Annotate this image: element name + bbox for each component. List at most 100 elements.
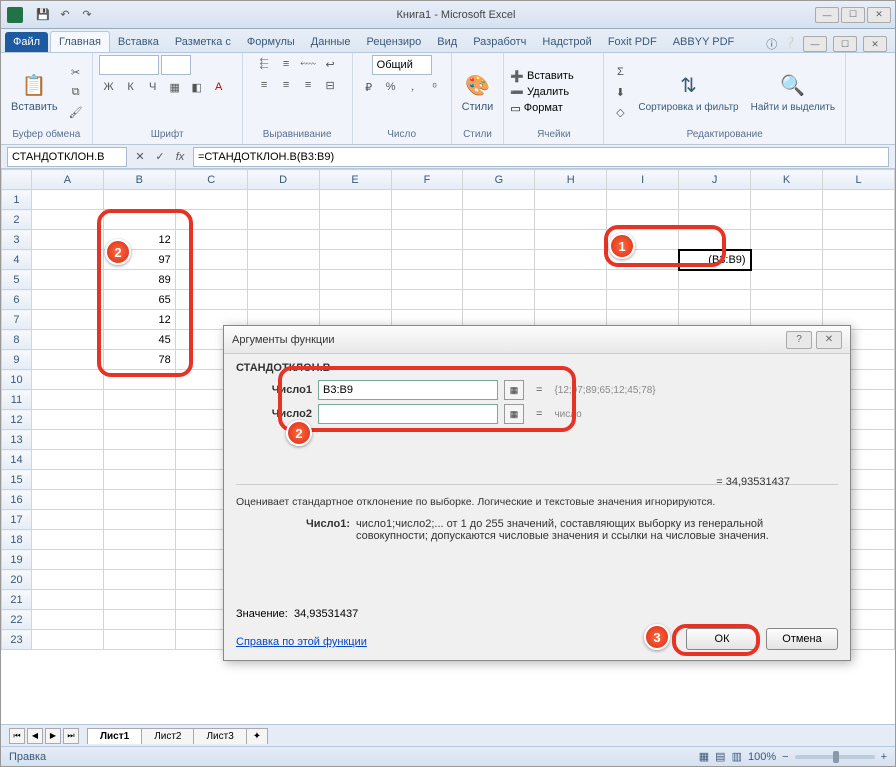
cell-A2[interactable]: [31, 210, 103, 230]
tab-home[interactable]: Главная: [50, 31, 110, 52]
cell-B2[interactable]: [103, 210, 175, 230]
cell-L1[interactable]: [823, 190, 895, 210]
cell-F4[interactable]: [391, 250, 463, 270]
cell-H1[interactable]: [535, 190, 607, 210]
comma-button[interactable]: ,: [403, 78, 423, 96]
undo-button[interactable]: ↶: [55, 5, 75, 25]
row-header-11[interactable]: 11: [2, 390, 32, 410]
col-header-F[interactable]: F: [391, 170, 463, 190]
cell-A21[interactable]: [31, 590, 103, 610]
cell-K6[interactable]: [751, 290, 823, 310]
tab-data[interactable]: Данные: [303, 32, 359, 52]
cell-A22[interactable]: [31, 610, 103, 630]
cell-G5[interactable]: [463, 270, 535, 290]
mdi-max-button[interactable]: ☐: [833, 36, 857, 52]
merge-button[interactable]: ⊟: [320, 76, 340, 94]
cell-B17[interactable]: [103, 510, 175, 530]
row-header-9[interactable]: 9: [2, 350, 32, 370]
row-header-23[interactable]: 23: [2, 630, 32, 650]
clear-button[interactable]: ◇: [610, 103, 630, 121]
cell-B15[interactable]: [103, 470, 175, 490]
cell-B19[interactable]: [103, 550, 175, 570]
cells-insert-icon[interactable]: ➕: [510, 70, 524, 83]
underline-button[interactable]: Ч: [143, 78, 163, 96]
cell-E1[interactable]: [319, 190, 391, 210]
cell-D2[interactable]: [247, 210, 319, 230]
row-header-15[interactable]: 15: [2, 470, 32, 490]
name-box[interactable]: СТАНДОТКЛОН.В: [7, 147, 127, 167]
border-button[interactable]: ▦: [165, 78, 185, 96]
cell-B12[interactable]: [103, 410, 175, 430]
cell-A3[interactable]: [31, 230, 103, 250]
cell-A18[interactable]: [31, 530, 103, 550]
arg2-ref-button[interactable]: ▦: [504, 404, 524, 424]
cell-C1[interactable]: [175, 190, 247, 210]
align-left-button[interactable]: ≡: [254, 76, 274, 94]
cell-K2[interactable]: [751, 210, 823, 230]
cell-E5[interactable]: [319, 270, 391, 290]
zoom-out-button[interactable]: −: [782, 751, 788, 763]
row-header-19[interactable]: 19: [2, 550, 32, 570]
cell-F1[interactable]: [391, 190, 463, 210]
cell-B11[interactable]: [103, 390, 175, 410]
cell-I1[interactable]: [607, 190, 679, 210]
cell-A14[interactable]: [31, 450, 103, 470]
cell-F6[interactable]: [391, 290, 463, 310]
enter-formula-button[interactable]: ✓: [151, 148, 169, 166]
cell-F3[interactable]: [391, 230, 463, 250]
cell-G2[interactable]: [463, 210, 535, 230]
align-mid-button[interactable]: ≡: [276, 55, 296, 73]
col-header-H[interactable]: H: [535, 170, 607, 190]
arg1-ref-button[interactable]: ▦: [504, 380, 524, 400]
help-icon[interactable]: ❔: [783, 36, 797, 52]
view-normal-button[interactable]: ▦: [699, 750, 709, 763]
cell-B23[interactable]: [103, 630, 175, 650]
cell-J2[interactable]: [679, 210, 751, 230]
arg1-input[interactable]: [318, 380, 498, 400]
cell-C6[interactable]: [175, 290, 247, 310]
redo-button[interactable]: ↷: [77, 5, 97, 25]
tab-formulas[interactable]: Формулы: [239, 32, 303, 52]
cell-G4[interactable]: [463, 250, 535, 270]
zoom-level[interactable]: 100%: [748, 751, 776, 763]
tab-layout[interactable]: Разметка с: [167, 32, 239, 52]
cell-K5[interactable]: [751, 270, 823, 290]
col-header-A[interactable]: A: [31, 170, 103, 190]
row-header-21[interactable]: 21: [2, 590, 32, 610]
save-button[interactable]: 💾: [33, 5, 53, 25]
cut-button[interactable]: ✂: [66, 63, 86, 81]
currency-button[interactable]: ₽: [359, 78, 379, 96]
cell-A4[interactable]: [31, 250, 103, 270]
cells-delete-icon[interactable]: ➖: [510, 86, 524, 99]
cell-B18[interactable]: [103, 530, 175, 550]
cell-A20[interactable]: [31, 570, 103, 590]
wrap-button[interactable]: ↩: [320, 55, 340, 73]
row-header-20[interactable]: 20: [2, 570, 32, 590]
font-name-select[interactable]: [99, 55, 159, 75]
cell-H2[interactable]: [535, 210, 607, 230]
cell-I6[interactable]: [607, 290, 679, 310]
cell-A5[interactable]: [31, 270, 103, 290]
cell-A15[interactable]: [31, 470, 103, 490]
row-header-1[interactable]: 1: [2, 190, 32, 210]
cell-B16[interactable]: [103, 490, 175, 510]
tab-addins[interactable]: Надстрой: [534, 32, 599, 52]
tab-abbyy[interactable]: ABBYY PDF: [665, 32, 743, 52]
row-header-4[interactable]: 4: [2, 250, 32, 270]
mdi-min-button[interactable]: —: [803, 36, 827, 52]
row-header-22[interactable]: 22: [2, 610, 32, 630]
cell-J5[interactable]: [679, 270, 751, 290]
col-header-I[interactable]: I: [607, 170, 679, 190]
col-header-L[interactable]: L: [823, 170, 895, 190]
cell-L2[interactable]: [823, 210, 895, 230]
col-header-C[interactable]: C: [175, 170, 247, 190]
fill-button[interactable]: ⬇: [610, 83, 630, 101]
zoom-slider[interactable]: [795, 755, 875, 759]
tab-developer[interactable]: Разработч: [465, 32, 534, 52]
cell-F5[interactable]: [391, 270, 463, 290]
close-button[interactable]: ✕: [867, 7, 891, 23]
bold-button[interactable]: Ж: [99, 78, 119, 96]
cell-B5[interactable]: 89: [103, 270, 175, 290]
minimize-button[interactable]: —: [815, 7, 839, 23]
cell-A12[interactable]: [31, 410, 103, 430]
